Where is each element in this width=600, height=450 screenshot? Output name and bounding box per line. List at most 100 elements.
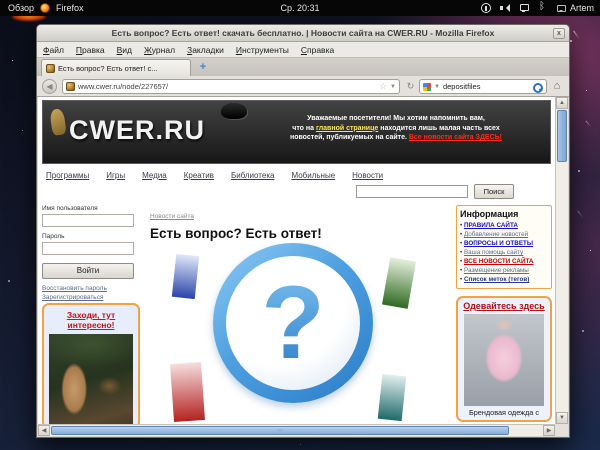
focused-app-menu[interactable]: Firefox [56,3,84,13]
star [586,90,587,91]
horizontal-scroll-thumb[interactable]: ⋯ [51,426,509,435]
breadcrumb[interactable]: Новости сайта [150,213,194,220]
info-box-title: Информация [460,209,548,219]
site-favicon [66,82,75,91]
active-tab[interactable]: Есть вопрос? Есть ответ! с... [41,59,191,76]
notice-line2-post: находится лишь малая часть всех [378,125,499,132]
accessibility-icon[interactable] [481,3,491,13]
google-engine-icon[interactable] [423,83,431,91]
login-button[interactable]: Войти [42,263,134,279]
nav-mobile[interactable]: Мобильные [291,171,335,180]
star [590,250,591,251]
firefox-app-icon[interactable] [40,3,50,13]
recover-password-link[interactable]: Восстановить пароль [42,285,142,292]
nav-programs[interactable]: Программы [46,171,89,180]
site-logo[interactable]: CWER.RU [69,115,205,146]
vertical-scrollbar[interactable]: ▲ ▼ [555,97,568,424]
notice-line1: Уважаемые посетители! Мы хотим напомнить… [307,115,485,122]
volume-icon[interactable] [500,3,510,13]
notice-line2-pre: что на [292,125,316,132]
info-link-add-news[interactable]: Добавление новостей [464,231,528,238]
search-bar[interactable]: ▼ [419,79,547,94]
scroll-left-arrow[interactable]: ◀ [38,425,50,436]
gnome-top-panel: Обзор Firefox Ср. 20:31 Artem [0,0,600,16]
site-favicon [46,64,55,73]
list-item: Добавление новостей [460,230,548,239]
reload-button[interactable]: ↻ [404,80,417,93]
menu-bookmarks[interactable]: Закладки [181,45,230,55]
star-streak [577,211,583,219]
vertical-scroll-thumb[interactable] [557,110,567,162]
site-header-banner: CWER.RU Уважаемые посетители! Мы хотим н… [42,100,551,164]
scroll-down-arrow[interactable]: ▼ [556,412,568,424]
search-go-icon[interactable] [533,83,543,91]
bookmark-star-icon[interactable]: ☆ [379,81,387,92]
scrollbar-corner [555,424,568,436]
list-item: ПРАВИЛА САЙТА [460,221,548,230]
main-page-link[interactable]: главной странице [316,125,378,132]
nav-library[interactable]: Библиотека [231,171,275,180]
list-item: Ваша помощь сайту [460,248,548,257]
info-link-qa[interactable]: ВОПРОСЫ И ОТВЕТЫ [464,240,533,247]
firefox-window: Есть вопрос? Есть ответ! скачать бесплат… [36,24,570,438]
username-field[interactable] [42,214,134,227]
bluetooth-icon[interactable] [538,3,548,13]
menu-history[interactable]: Журнал [138,45,181,55]
left-ad-image[interactable] [49,334,133,424]
right-ad-image[interactable] [464,314,544,406]
nav-games[interactable]: Игры [106,171,125,180]
scroll-right-arrow[interactable]: ▶ [543,425,555,436]
info-link-all-news[interactable]: ВСЕ НОВОСТИ САЙТА [464,258,534,265]
nav-creative[interactable]: Креатив [184,171,214,180]
register-link[interactable]: Зарегистрироваться [42,294,142,301]
url-bar[interactable]: www.cwer.ru/node/227657/ ☆ ▼ [62,79,400,94]
menu-view[interactable]: Вид [111,45,138,55]
tab-title: Есть вопрос? Есть ответ! с... [58,64,158,73]
right-ad-title[interactable]: Одевайтесь здесь [458,301,550,311]
home-button[interactable]: ⌂ [550,79,564,94]
list-item: Размещение рекламы [460,266,548,275]
nav-media[interactable]: Медиа [142,171,167,180]
notice-line3-pre: новостей, публикуемых на сайте. [290,134,409,141]
star [578,170,580,172]
right-ad-box[interactable]: Одевайтесь здесь Брендовая одежда с голо… [456,296,552,422]
back-button[interactable]: ◀ [42,79,57,94]
question-circle-inner: ? [226,256,360,390]
info-link-tags[interactable]: Список меток (тегов) [464,276,529,283]
left-ad-title[interactable]: Заходи, тут интересно! [44,310,138,330]
display-icon[interactable] [519,3,529,13]
all-news-link[interactable]: Все новости сайта ЗДЕСЬ! [409,134,502,141]
horizontal-scrollbar[interactable]: ◀ ⋯ ▶ [38,424,555,436]
password-label: Пароль [42,233,142,240]
left-ad-box[interactable]: Заходи, тут интересно! [42,303,140,424]
new-tab-button[interactable]: + [195,61,211,74]
list-item: ВОПРОСЫ И ОТВЕТЫ [460,239,548,248]
menu-file[interactable]: Файл [37,45,70,55]
star [570,40,572,42]
window-titlebar[interactable]: Есть вопрос? Есть ответ! скачать бесплат… [37,25,569,42]
password-field[interactable] [42,242,134,255]
site-search-input[interactable] [356,185,468,198]
site-search-button[interactable]: Поиск [474,184,514,199]
info-link-help[interactable]: Ваша помощь сайту [464,249,523,256]
url-dropdown-icon[interactable]: ▼ [390,84,396,90]
search-input[interactable] [443,82,530,91]
question-mark-main: ? [226,264,360,383]
star [582,330,584,332]
user-menu[interactable]: Artem [557,3,594,13]
right-sidebar: Информация ПРАВИЛА САЙТА Добавление ново… [456,205,552,422]
info-link-rules[interactable]: ПРАВИЛА САЙТА [464,222,518,229]
url-text[interactable]: www.cwer.ru/node/227657/ [78,82,376,91]
info-link-ads[interactable]: Размещение рекламы [464,267,529,274]
engine-dropdown-icon[interactable]: ▼ [434,84,440,90]
nav-news[interactable]: Новости [352,171,383,180]
close-window-button[interactable]: x [553,28,565,39]
menu-edit[interactable]: Правка [70,45,111,55]
star [300,444,301,445]
menu-tools[interactable]: Инструменты [230,45,295,55]
star-streak [573,31,580,40]
chat-status-icon [557,5,566,12]
scroll-up-arrow[interactable]: ▲ [556,97,568,109]
menu-help[interactable]: Справка [295,45,340,55]
activities-button[interactable]: Обзор [8,3,34,13]
